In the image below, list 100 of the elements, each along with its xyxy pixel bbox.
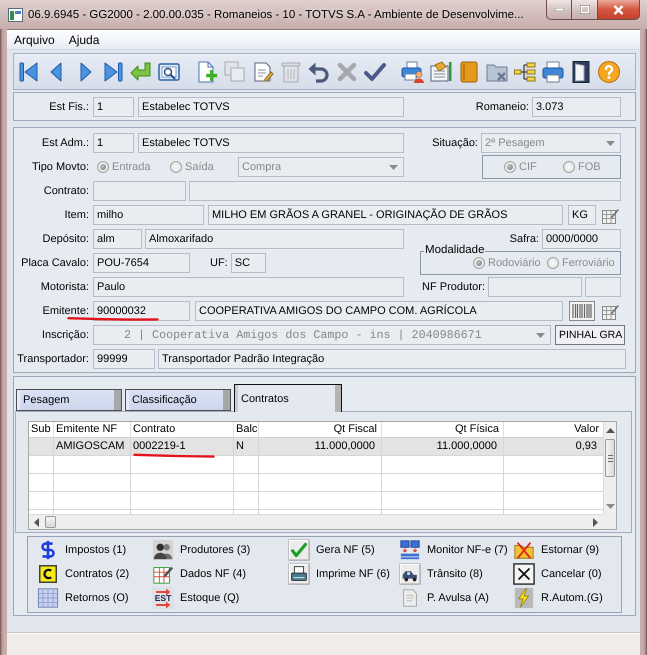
caret-down-icon [606,504,614,508]
menu-item[interactable]: Ajuda [64,30,104,48]
minimize-button[interactable] [546,0,572,20]
action-button[interactable]: Cancelar (0) [513,562,602,586]
action-button[interactable]: Retornos (O) [37,586,129,610]
action-button[interactable]: P. Avulsa (A) [399,586,489,610]
radio-label: FOB [578,161,601,173]
field-label: Depósito: [42,233,89,245]
field-label: Contrato: [42,185,89,197]
action-button[interactable]: Contratos (2) [37,562,130,586]
action-button[interactable]: Trânsito (8) [399,562,483,586]
input-field[interactable] [189,181,621,201]
field-label: Situação: [432,137,478,149]
radio-label: Ferroviário [562,257,615,269]
car-icon [399,563,421,585]
cross-box-icon [513,563,535,585]
column-header[interactable]: Sub [29,422,54,437]
arrows-tile: EST [152,587,174,609]
caret-down-icon [536,332,545,338]
tab[interactable]: Classificação [125,389,231,411]
field-label: Inscrição: [40,329,89,341]
printer-icon [288,563,310,585]
action-button[interactable]: Produtores (3) [152,538,250,562]
check-icon [288,539,310,561]
field-label: NF Produtor: [422,281,485,293]
radio-button[interactable] [97,161,109,173]
field-label: Emitente: [42,305,89,317]
name-field[interactable]: Estabelec TOTVS [138,96,404,116]
code-field[interactable]: 90000032 [93,301,190,321]
table-cell: AMIGOSCAM [54,438,131,455]
radio-button[interactable] [547,257,559,269]
scrollbar-thumb[interactable] [45,516,56,528]
input-field[interactable] [93,181,186,201]
action-button[interactable]: R.Autom.(G) [513,586,603,610]
people-icon [152,539,174,561]
radio-button[interactable] [473,257,485,269]
radio-button[interactable] [170,161,182,173]
radio-label: Saída [185,161,214,173]
field-label: Safra: [510,233,539,245]
arc-tile-icon [37,563,59,585]
lightning-icon [513,587,535,609]
close-button[interactable] [597,0,640,20]
caret-left-icon [34,518,39,526]
radio-button[interactable] [504,161,516,173]
input-field[interactable] [585,277,621,297]
menu-item[interactable]: Arquivo [9,30,60,48]
minimize-icon [554,8,564,11]
table-row[interactable]: AMIGOSCAM 0002219-1 N 11.000,0000 11.000,0000 0,93 [29,438,603,456]
number-field[interactable]: 3.073 [532,96,621,116]
input-field[interactable]: SC [230,253,266,273]
field-label: Romaneio: [476,100,529,112]
action-button[interactable]: Monitor NF-e (7) [399,538,508,562]
caret-down-icon [389,164,398,170]
unit-field[interactable]: KG [568,205,596,225]
tab[interactable]: Pesagem [16,389,122,411]
maximize-button[interactable] [571,0,598,20]
code-field[interactable]: alm [93,229,142,249]
field-label: Tipo Movto: [30,161,89,173]
radio-label: CIF [519,161,537,173]
grid-pencil-icon[interactable] [602,206,619,224]
column-header[interactable]: Balc [234,422,259,437]
field-label: Est Fis.: [48,100,89,112]
grid-pencil-icon[interactable] [602,302,619,320]
tab[interactable]: Contratos [234,384,342,412]
name-field[interactable]: Transportador Padrão Integração [158,349,626,369]
action-button[interactable]: EST Estoque (Q) [152,586,240,610]
action-button[interactable]: Dados NF (4) [152,562,246,586]
action-button[interactable]: Estornar (9) [513,538,600,562]
code-field[interactable]: 1 [93,96,134,116]
action-button[interactable]: Impostos (1) [37,538,126,562]
caret-down-icon [606,140,615,146]
column-header[interactable]: Emitente NF [54,422,131,437]
field-label: Motorista: [40,281,89,293]
input-field[interactable]: POU-7654 [93,253,190,273]
code-field[interactable]: 1 [93,133,134,153]
input-field[interactable] [488,277,582,297]
monitors-icon [399,539,421,561]
input-field[interactable]: Paulo [93,277,404,297]
calendar-icon [37,587,59,609]
city-field[interactable]: PINHAL GRA [555,325,625,345]
folder-cross-icon [513,539,535,561]
scrollbar-thumb[interactable] [605,439,615,477]
name-field[interactable]: MILHO EM GRÃOS A GRANEL - ORIGINAÇÃO DE GRÃOS [208,205,563,225]
name-field[interactable]: Estabelec TOTVS [138,133,404,153]
column-header[interactable]: Contrato [131,422,234,437]
code-field[interactable]: 99999 [93,349,155,369]
action-button[interactable]: Gera NF (5) [288,538,375,562]
radio-button[interactable] [563,161,575,173]
input-field[interactable]: 0000/0000 [542,229,621,249]
action-button[interactable]: Imprime NF (6) [288,562,390,586]
name-field[interactable]: Almoxarifado [145,229,404,249]
caret-right-icon [593,518,598,526]
barcode-icon[interactable] [569,301,595,321]
field-label: Transportador: [16,353,89,365]
close-icon [613,4,624,14]
app-icon [8,8,23,22]
radio-label: Rodoviário [488,257,541,269]
name-field[interactable]: COOPERATIVA AMIGOS DO CAMPO COM. AGRÍCOLA [195,301,563,321]
code-field[interactable]: milho [93,205,204,225]
field-label: Placa Cavalo: [20,257,89,269]
